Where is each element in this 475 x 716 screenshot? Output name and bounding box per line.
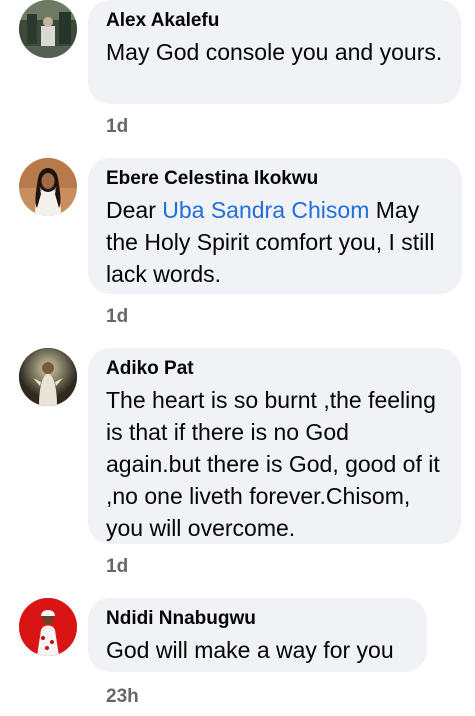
comment-bubble: Ebere Celestina Ikokwu Dear Uba Sandra C… — [88, 158, 462, 294]
comment-text: God will make a way for you — [106, 637, 394, 663]
comment-author[interactable]: Alex Akalefu — [106, 10, 443, 32]
profile-photo-woman-icon[interactable] — [19, 158, 77, 216]
profile-photo-red-dress-icon[interactable] — [19, 598, 77, 656]
comment-text: May God console you and yours. — [106, 39, 443, 65]
comments-feed: Alex Akalefu May God console you and you… — [0, 0, 475, 716]
profile-photo-jesus-icon[interactable] — [19, 348, 77, 406]
comment-timestamp[interactable]: 1d — [106, 306, 128, 328]
profile-photo-outdoor-icon[interactable] — [19, 0, 77, 58]
comment-bubble: Adiko Pat The heart is so burnt ,the fee… — [88, 348, 461, 544]
comment-author[interactable]: Adiko Pat — [106, 358, 443, 380]
comment-timestamp[interactable]: 1d — [106, 116, 128, 138]
comment-author[interactable]: Ndidi Nnabugwu — [106, 608, 409, 630]
comment-timestamp[interactable]: 23h — [106, 686, 139, 708]
comment-text: Dear Uba Sandra Chisom May the Holy Spir… — [106, 194, 444, 290]
comment-text: The heart is so burnt ,the feeling is th… — [106, 387, 440, 541]
comment-bubble: Alex Akalefu May God console you and you… — [88, 0, 461, 104]
comment-timestamp[interactable]: 1d — [106, 556, 128, 578]
comment-author[interactable]: Ebere Celestina Ikokwu — [106, 168, 444, 190]
mention-link[interactable]: Uba Sandra Chisom — [162, 197, 369, 223]
comment-text-before: Dear — [106, 197, 163, 223]
comment-bubble: Ndidi Nnabugwu God will make a way for y… — [88, 598, 427, 672]
